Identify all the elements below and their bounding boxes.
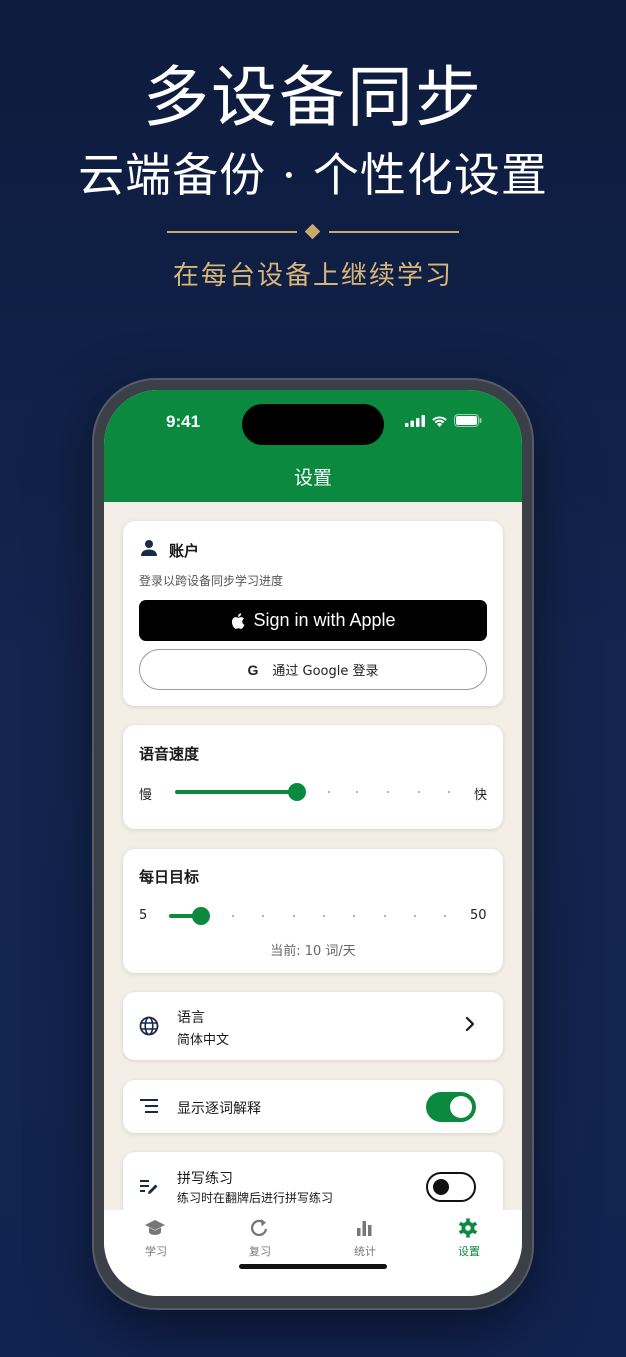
speech-speed-slider-fill [175, 790, 297, 794]
slider-tick [353, 915, 355, 917]
goal-min-label: 5 [139, 908, 148, 923]
refresh-icon [251, 1219, 268, 1237]
sign-in-with-google-button[interactable]: G 通过 Google 登录 [139, 649, 487, 690]
dynamic-island [242, 404, 384, 445]
account-card: 账户 登录以跨设备同步学习进度 Sign in with Apple G 通过 … [123, 521, 503, 706]
account-description: 登录以跨设备同步学习进度 [139, 574, 284, 588]
account-title: 账户 [169, 542, 200, 560]
slider-tick [328, 791, 330, 793]
speech-speed-slider-thumb[interactable] [288, 783, 306, 801]
tab-study[interactable]: 学习 [104, 1210, 208, 1270]
toggle-knob [433, 1179, 449, 1195]
slider-tick [293, 915, 295, 917]
slider-tick [448, 791, 450, 793]
home-indicator [239, 1264, 387, 1269]
wifi-icon [432, 415, 447, 427]
speech-speed-title: 语音速度 [139, 745, 200, 763]
toggle-knob [450, 1096, 472, 1118]
tab-label: 统计 [354, 1245, 376, 1258]
slider-max-label: 快 [474, 788, 488, 803]
slider-tick [418, 791, 420, 793]
spelling-description: 练习时在翻牌后进行拼写练习 [177, 1191, 334, 1205]
word-explanation-row: 显示逐词解释 [123, 1080, 503, 1133]
sign-in-with-apple-button[interactable]: Sign in with Apple [139, 600, 487, 641]
slider-tick [384, 915, 386, 917]
slider-tick [323, 915, 325, 917]
hero-tagline: 在每台设备上继续学习 [172, 261, 453, 291]
speech-speed-card: 语音速度 慢 快 [123, 725, 503, 829]
tab-label: 学习 [145, 1245, 167, 1258]
slider-tick [232, 915, 234, 917]
graduation-cap-icon [145, 1220, 165, 1235]
daily-goal-card: 每日目标 5 50 当前: 10 词/天 [123, 849, 503, 973]
word-explanation-label: 显示逐词解释 [177, 1101, 261, 1117]
language-row[interactable]: 语言 简体中文 [123, 992, 503, 1060]
slider-tick [262, 915, 264, 917]
cellular-signal-icon [405, 414, 425, 427]
chevron-right-icon [465, 1016, 475, 1032]
tab-settings[interactable]: 设置 [417, 1210, 521, 1270]
spelling-toggle[interactable] [426, 1172, 476, 1202]
tab-label: 复习 [249, 1245, 271, 1258]
edit-notes-icon [140, 1180, 158, 1194]
globe-icon [139, 1016, 159, 1036]
person-icon [141, 540, 157, 556]
phone-screen: 9:41 设置 账户 登录以跨设备同步学习进度 Sign in with App… [104, 390, 522, 1296]
daily-goal-current-value: 当前: 10 词/天 [270, 944, 356, 959]
divider-line-right [329, 231, 459, 233]
tab-review[interactable]: 复习 [208, 1210, 312, 1270]
goal-max-label: 50 [470, 908, 487, 923]
slider-min-label: 慢 [139, 788, 153, 803]
status-icons [405, 414, 482, 427]
hero-title: 多设备同步 [143, 59, 483, 136]
google-button-label: 通过 Google 登录 [272, 664, 379, 679]
slider-tick [414, 915, 416, 917]
divider-diamond-icon [304, 223, 321, 240]
app-header: 9:41 设置 [104, 390, 522, 502]
slider-tick [387, 791, 389, 793]
status-time: 9:41 [166, 412, 201, 431]
battery-icon [454, 414, 482, 427]
language-label: 语言 [177, 1010, 205, 1026]
gear-icon [458, 1218, 478, 1238]
tab-stats[interactable]: 统计 [313, 1210, 417, 1270]
tab-label: 设置 [458, 1245, 480, 1258]
slider-tick [356, 791, 358, 793]
apple-button-label: Sign in with Apple [253, 610, 396, 630]
list-indent-icon [140, 1099, 158, 1113]
bar-chart-icon [357, 1221, 372, 1236]
daily-goal-slider-thumb[interactable] [192, 907, 210, 925]
slider-tick [444, 915, 446, 917]
hero-subtitle: 云端备份 · 个性化设置 [78, 148, 548, 202]
page-title: 设置 [293, 467, 332, 489]
tab-bar: 学习 复习 统计 设置 [104, 1210, 522, 1296]
google-logo-icon: G [247, 661, 259, 678]
daily-goal-title: 每日目标 [139, 868, 200, 886]
divider-line-left [167, 231, 297, 233]
apple-logo-icon [232, 612, 245, 629]
language-value: 简体中文 [177, 1033, 230, 1048]
word-explanation-toggle[interactable] [426, 1092, 476, 1122]
spelling-label: 拼写练习 [177, 1171, 233, 1187]
